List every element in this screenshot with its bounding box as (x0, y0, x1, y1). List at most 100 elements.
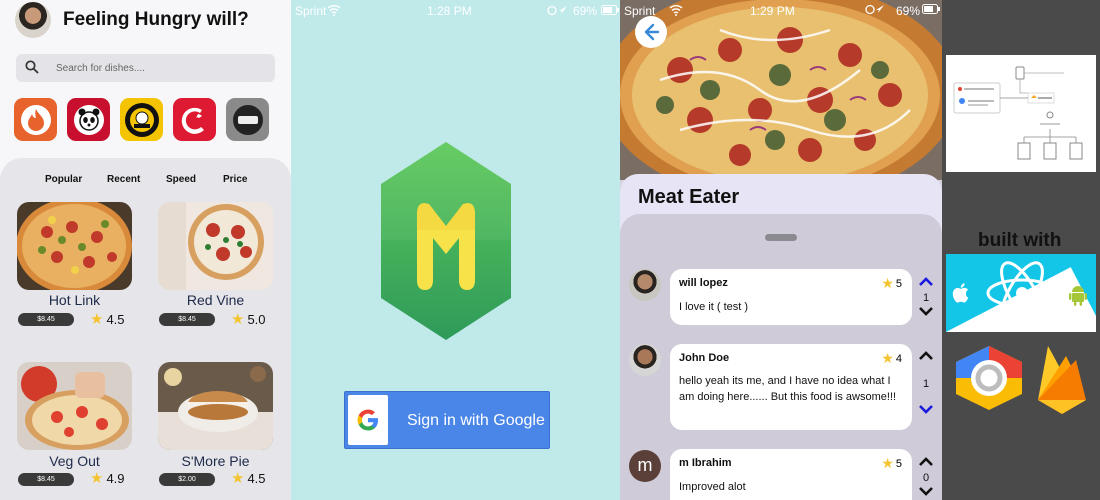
dish-image[interactable] (158, 362, 273, 450)
google-sign-in-button[interactable]: Sign in with Google (344, 391, 550, 449)
google-cloud-icon (956, 346, 1022, 410)
built-with-label: built with (978, 230, 1062, 251)
page-title: Feeling Hungry will? (63, 9, 249, 30)
star-icon: ★ (90, 470, 104, 487)
panda-express-icon[interactable] (67, 98, 110, 141)
dish-card[interactable] (158, 202, 273, 290)
upvote-icon[interactable] (918, 455, 934, 467)
comments-sheet: will lopez ★ 5 I love it ( test ) 1 John … (620, 214, 942, 500)
app-collage: Feeling Hungry will? ​ Popular (0, 0, 1100, 500)
star-icon: ★ (90, 311, 104, 328)
dish-title: Meat Eater (638, 186, 740, 208)
tab-popular[interactable]: Popular (45, 174, 82, 185)
tab-recent[interactable]: Recent (107, 174, 140, 185)
rating-value: 4.5 (247, 470, 266, 486)
dish-rating: ★ 4.5 (90, 310, 125, 328)
dish-hero-image (620, 0, 942, 180)
comment-rating: ★ 5 (881, 275, 902, 292)
price-badge: $8.45 (159, 313, 215, 326)
dish-name: Veg Out (49, 453, 100, 469)
comment-text: hello yeah its me, and I have no idea wh… (679, 375, 897, 403)
downvote-icon[interactable] (918, 485, 934, 497)
wifi-icon (669, 5, 683, 16)
comment-card: m Ibrahim ★ 5 Improved alot (670, 449, 912, 500)
tab-price[interactable]: Price (223, 174, 247, 185)
brand-list: ​ (14, 98, 269, 141)
google-icon (348, 395, 388, 445)
platform-banner (946, 254, 1096, 332)
comment-rating: ★ 4 (881, 350, 902, 367)
vote-control: 1 (918, 274, 934, 322)
app-logo-icon (381, 142, 511, 340)
vote-control: 0 (918, 454, 934, 500)
dish-name: Hot Link (48, 292, 101, 308)
architecture-diagram (946, 55, 1096, 172)
arrow-left-icon (644, 23, 660, 41)
google-sign-in-label: Sign in with Google (407, 412, 545, 429)
carrier-label: Sprint (295, 4, 327, 18)
rating-value: 4.9 (106, 470, 125, 486)
dish-card[interactable] (17, 202, 132, 290)
avatar[interactable] (629, 269, 661, 301)
rating-value: 5 (895, 277, 902, 290)
battery-label: 69% (896, 4, 921, 18)
star-icon: ★ (881, 455, 894, 471)
comment-author: m Ibrahim (679, 457, 732, 469)
wifi-icon (327, 5, 341, 16)
search-icon (25, 60, 39, 74)
fire-brand-icon[interactable] (14, 98, 57, 141)
login-screen: Sprint 1:28 PM 69% Sign in with Google (291, 0, 620, 500)
avatar[interactable]: m (629, 450, 661, 482)
rating-value: 4 (895, 352, 902, 365)
star-icon: ★ (231, 311, 245, 328)
avatar[interactable] (15, 2, 51, 38)
sort-tabs: Popular Recent Speed Price (0, 174, 291, 188)
vote-count: 1 (922, 292, 930, 304)
firebase-icon (1038, 346, 1086, 414)
comment-author: John Doe (679, 352, 730, 364)
star-icon: ★ (881, 350, 894, 366)
rating-value: 5 (895, 457, 902, 470)
comment-text: Improved alot (679, 481, 746, 493)
rating-value: 5.0 (247, 311, 266, 327)
clock: 1:28 PM (427, 4, 472, 18)
cheese-board-icon[interactable]: ​ (226, 98, 269, 141)
tab-speed[interactable]: Speed (166, 174, 196, 185)
star-icon: ★ (231, 470, 245, 487)
android-icon (1069, 286, 1087, 306)
price-badge: $8.45 (18, 313, 74, 326)
dish-rating: ★ 5.0 (231, 310, 266, 328)
comment-rating: ★ 5 (881, 455, 902, 472)
back-button[interactable] (635, 16, 667, 48)
chick-fil-a-icon[interactable] (173, 98, 216, 141)
downvote-icon[interactable] (918, 305, 934, 317)
battery-icon (922, 4, 940, 14)
search-bar[interactable] (16, 54, 275, 82)
einstein-bros-bagels-icon[interactable] (120, 98, 163, 141)
price-badge: $8.45 (18, 473, 74, 486)
dish-name: Red Vine (186, 292, 245, 308)
drag-handle[interactable] (765, 234, 797, 241)
apple-icon (952, 283, 969, 303)
search-input[interactable] (56, 59, 266, 77)
location-icon (865, 4, 884, 15)
dish-image[interactable] (17, 362, 132, 450)
upvote-icon[interactable] (918, 349, 934, 361)
price-badge: $2.00 (159, 473, 215, 486)
dish-image[interactable] (17, 202, 132, 290)
dish-image[interactable] (158, 202, 273, 290)
vote-count: 1 (922, 378, 930, 390)
dish-card[interactable] (158, 362, 273, 450)
dish-name: S'More Pie (181, 453, 250, 469)
upvote-icon[interactable] (918, 275, 934, 287)
location-icon (547, 5, 567, 16)
clock: 1:29 PM (750, 4, 795, 18)
avatar[interactable] (629, 344, 661, 376)
react-icon (986, 261, 1058, 325)
vote-control: 1 (918, 348, 934, 420)
dish-rating: ★ 4.9 (90, 469, 125, 487)
downvote-icon[interactable] (918, 403, 934, 415)
dish-card[interactable] (17, 362, 132, 450)
rating-value: 4.5 (106, 311, 125, 327)
star-icon: ★ (881, 275, 894, 291)
